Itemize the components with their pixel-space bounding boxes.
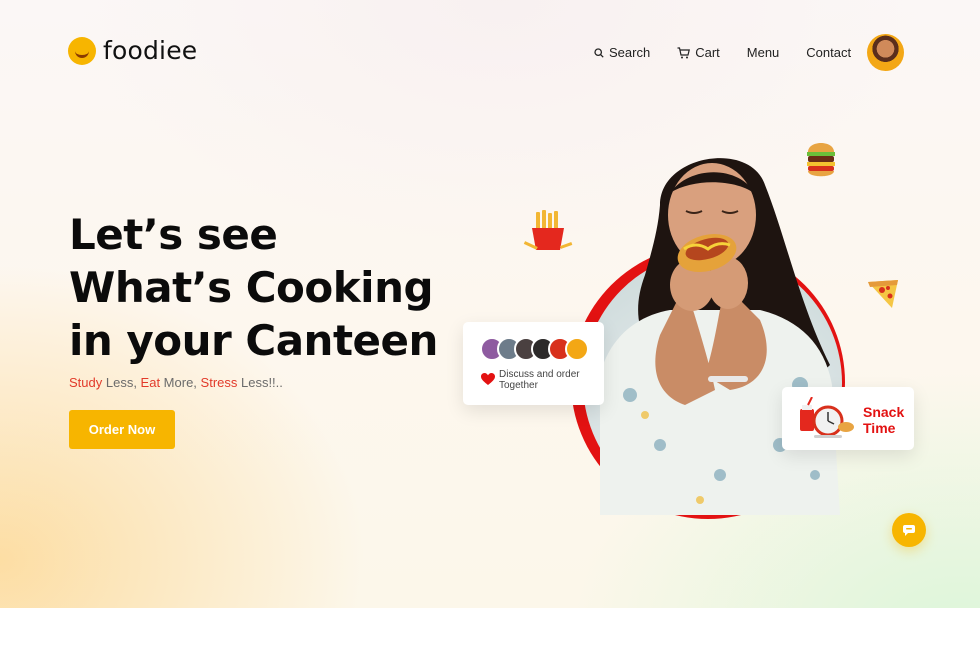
top-nav: Search Cart Menu Contact <box>594 45 851 60</box>
fries-icon <box>523 210 573 250</box>
snack-label-line-2: Time <box>863 420 896 436</box>
snack-label-line-1: Snack <box>863 404 905 420</box>
hero-headline: Let’s see What’s Cooking in your Canteen <box>69 208 438 367</box>
tagline-stress: Stress <box>200 375 238 390</box>
user-avatar[interactable] <box>867 34 904 71</box>
cart-icon <box>677 46 691 59</box>
nav-search[interactable]: Search <box>594 45 650 60</box>
tagline-eat: Eat <box>140 375 161 390</box>
nav-contact[interactable]: Contact <box>806 45 851 60</box>
hero-tagline: Study Less, Eat More, Stress Less!!.. <box>69 375 283 390</box>
snack-time-card[interactable]: Snack Time <box>782 387 914 450</box>
headline-line-1: Let’s see <box>69 210 278 259</box>
brand-logo[interactable]: foodiee <box>68 36 197 65</box>
headline-line-3: in your Canteen <box>69 316 438 365</box>
nav-cart-label: Cart <box>695 45 720 60</box>
nav-contact-label: Contact <box>806 45 852 60</box>
nav-cart[interactable]: Cart <box>677 45 720 60</box>
order-now-button[interactable]: Order Now <box>69 410 175 449</box>
pizza-slice-icon <box>868 280 898 308</box>
chat-bubble-icon <box>903 525 915 536</box>
tagline-text-1: Less, <box>102 375 141 390</box>
discuss-card-text: Discuss and order Together <box>499 369 580 391</box>
friend-avatars <box>480 337 589 361</box>
search-icon <box>594 47 604 58</box>
brand-name: foodiee <box>103 36 198 65</box>
nav-menu-label: Menu <box>746 45 780 60</box>
girl-eating-hotdog-image <box>600 158 840 515</box>
nav-menu[interactable]: Menu <box>747 45 780 60</box>
discuss-order-card[interactable]: Discuss and order Together <box>463 322 604 405</box>
burger-icon <box>807 143 835 177</box>
tagline-text-3: Less!!.. <box>237 375 283 390</box>
chat-button[interactable] <box>892 513 926 547</box>
tagline-text-2: More, <box>160 375 201 390</box>
snack-time-label: Snack Time <box>863 404 904 436</box>
snack-clock-icon <box>800 397 854 438</box>
nav-search-label: Search <box>609 45 651 60</box>
hero-section: foodiee Search Cart Menu Contact Let’s s… <box>0 0 980 608</box>
friend-avatar <box>565 337 589 361</box>
smile-logo-icon <box>68 36 96 65</box>
heart-icon <box>481 373 495 385</box>
tagline-study: Study <box>69 375 103 390</box>
headline-line-2: What’s Cooking <box>69 263 434 312</box>
